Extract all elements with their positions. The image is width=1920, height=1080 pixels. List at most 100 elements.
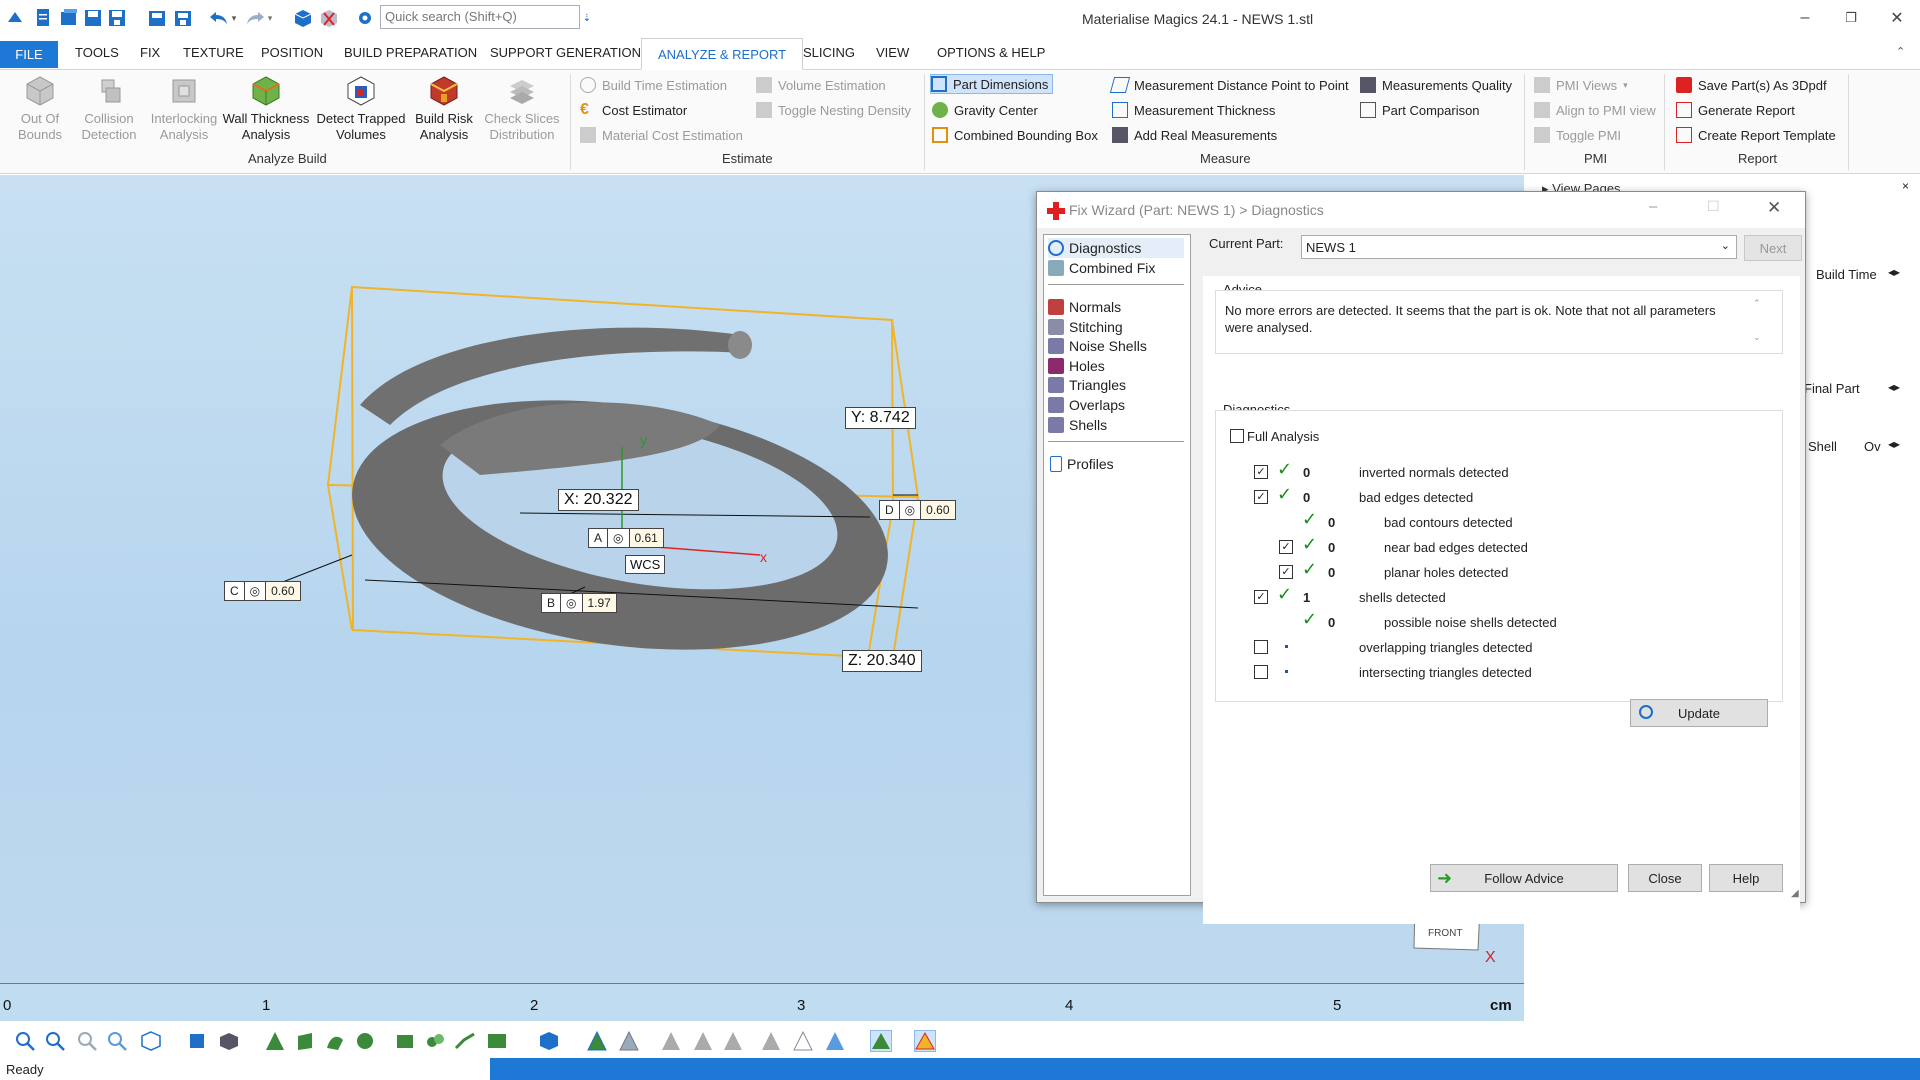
interlocking-analysis-button[interactable]: Interlocking Analysis [146,74,222,143]
save-all-icon[interactable] [172,7,194,29]
close-panel-icon[interactable]: × [1902,179,1909,193]
check-slices-distribution-button[interactable]: Check Slices Distribution [480,74,564,143]
generate-report-button[interactable]: Generate Report [1676,100,1795,120]
select-shell-icon[interactable] [354,1030,376,1052]
pmi-views-button[interactable]: PMI Views ▾ [1534,75,1628,95]
collision-detection-button[interactable]: Collision Detection [76,74,142,143]
redo-dropdown-icon[interactable]: ▾ [264,7,276,29]
save-project-icon[interactable] [146,7,168,29]
save-as-icon[interactable] [106,7,128,29]
follow-advice-button[interactable]: ➜ Follow Advice [1430,864,1618,892]
measurement-thickness-button[interactable]: Measurement Thickness [1112,100,1275,120]
mark-path-icon[interactable] [454,1030,476,1052]
help-button[interactable]: Help [1709,864,1783,892]
scroll-right-icon[interactable]: ◂▸ [1888,437,1900,451]
new-file-icon[interactable] [32,7,54,29]
tab-fix[interactable]: FIX [140,45,160,60]
part-dimensions-button[interactable]: Part Dimensions [930,74,1054,94]
restore-button[interactable]: ❐ [1836,6,1866,30]
nav-item-stitching[interactable]: Stitching [1048,317,1184,337]
nav-item-shells[interactable]: Shells [1048,415,1184,435]
part-list-icon[interactable] [538,1030,560,1052]
mark-contour-icon[interactable] [424,1030,446,1052]
triangle-mode-1-icon[interactable] [586,1030,608,1052]
part-comparison-button[interactable]: Part Comparison [1360,100,1480,120]
detect-trapped-volumes-button[interactable]: Detect Trapped Volumes [314,74,408,143]
triangle-mode-5-icon[interactable] [722,1030,744,1052]
select-plane-icon[interactable] [294,1030,316,1052]
quick-search-input[interactable]: Quick search (Shift+Q) [380,5,580,29]
dialog-close-icon[interactable]: ✕ [1767,198,1781,218]
wall-thickness-analysis-button[interactable]: Wall Thickness Analysis [222,74,310,143]
settings-gear-icon[interactable] [354,7,376,29]
next-button[interactable]: Next [1744,235,1802,261]
planar-holes-checkbox[interactable]: ✓ [1279,565,1293,579]
triangle-mode-2-icon[interactable] [618,1030,640,1052]
zoom-selection-icon[interactable] [106,1030,128,1052]
toggle-nesting-density-button[interactable]: Toggle Nesting Density [756,100,911,120]
tab-texture[interactable]: TEXTURE [183,45,244,60]
scroll-right-icon[interactable]: ◂▸ [1888,265,1900,279]
full-analysis-checkbox[interactable] [1230,429,1244,443]
quick-search-options-icon[interactable]: ⇣ [580,7,594,29]
tab-slicing[interactable]: SLICING [803,45,855,60]
select-surface-icon[interactable] [324,1030,346,1052]
triangle-mode-8-icon[interactable] [824,1030,846,1052]
build-time-estimation-button[interactable]: Build Time Estimation [580,75,727,95]
near-bad-edges-checkbox[interactable]: ✓ [1279,540,1293,554]
current-part-select[interactable]: NEWS 1 ⌄ [1301,235,1737,259]
overlapping-triangles-checkbox[interactable] [1254,640,1268,654]
nav-item-normals[interactable]: Normals [1048,297,1184,317]
triangle-mode-3-icon[interactable] [660,1030,682,1052]
undo-dropdown-icon[interactable]: ▾ [228,7,240,29]
toggle-pmi-button[interactable]: Toggle PMI [1534,125,1621,145]
nav-item-diagnostics[interactable]: Diagnostics [1048,238,1184,258]
resize-grip-icon[interactable]: ◢ [1791,888,1799,899]
tab-file[interactable]: FILE [0,41,58,68]
dialog-minimize-button[interactable]: – [1649,198,1657,215]
undo-icon[interactable] [208,7,230,29]
nav-item-combined-fix[interactable]: Combined Fix [1048,258,1184,278]
tab-support-generation[interactable]: SUPPORT GENERATION [490,45,641,60]
shaded-view-icon[interactable] [218,1030,240,1052]
tab-build-preparation[interactable]: BUILD PREPARATION [344,45,477,60]
tab-position[interactable]: POSITION [261,45,323,60]
save-icon[interactable] [82,7,104,29]
combined-bounding-box-button[interactable]: Combined Bounding Box [932,125,1098,145]
tab-tools[interactable]: TOOLS [75,45,119,60]
nav-item-triangles[interactable]: Triangles [1048,375,1184,395]
unload-part-icon[interactable] [318,7,340,29]
triangle-mode-4-icon[interactable] [692,1030,714,1052]
shells-checkbox[interactable]: ✓ [1254,590,1268,604]
create-report-template-button[interactable]: Create Report Template [1676,125,1836,145]
collapse-ribbon-icon[interactable]: ⌃ [1896,45,1905,58]
triangle-mode-active-icon[interactable] [870,1030,892,1052]
nav-item-noise-shells[interactable]: Noise Shells [1048,336,1184,356]
zoom-fit-icon[interactable] [76,1030,98,1052]
import-part-icon[interactable] [292,7,314,29]
mark-plane-icon[interactable] [394,1030,416,1052]
build-risk-analysis-button[interactable]: Build Risk Analysis [412,74,476,143]
inverted-normals-checkbox[interactable]: ✓ [1254,465,1268,479]
zoom-icon[interactable] [14,1030,36,1052]
tab-view[interactable]: VIEW [876,45,909,60]
open-files-icon[interactable] [58,7,80,29]
nav-item-profiles[interactable]: Profiles [1048,454,1184,474]
measurements-quality-button[interactable]: Measurements Quality [1360,75,1512,95]
select-triangle-icon[interactable] [264,1030,286,1052]
gravity-center-button[interactable]: Gravity Center [932,100,1038,120]
view-cube-icon[interactable] [140,1030,162,1052]
close-button[interactable]: Close [1628,864,1702,892]
triangle-mode-6-icon[interactable] [760,1030,782,1052]
save-as-3dpdf-button[interactable]: Save Part(s) As 3Dpdf [1676,75,1827,95]
triangle-mode-7-icon[interactable] [792,1030,814,1052]
update-button[interactable]: Update [1630,699,1768,727]
nav-item-overlaps[interactable]: Overlaps [1048,395,1184,415]
scroll-right-icon[interactable]: ◂▸ [1888,380,1900,394]
dialog-titlebar[interactable]: Fix Wizard (Part: NEWS 1) > Diagnostics … [1037,192,1805,228]
nav-item-holes[interactable]: Holes [1048,356,1184,376]
app-logo-icon[interactable] [4,7,26,29]
scroll-up-icon[interactable]: ⌃ [1753,298,1761,309]
scroll-down-icon[interactable]: ⌄ [1753,332,1761,343]
align-to-pmi-view-button[interactable]: Align to PMI view [1534,100,1656,120]
